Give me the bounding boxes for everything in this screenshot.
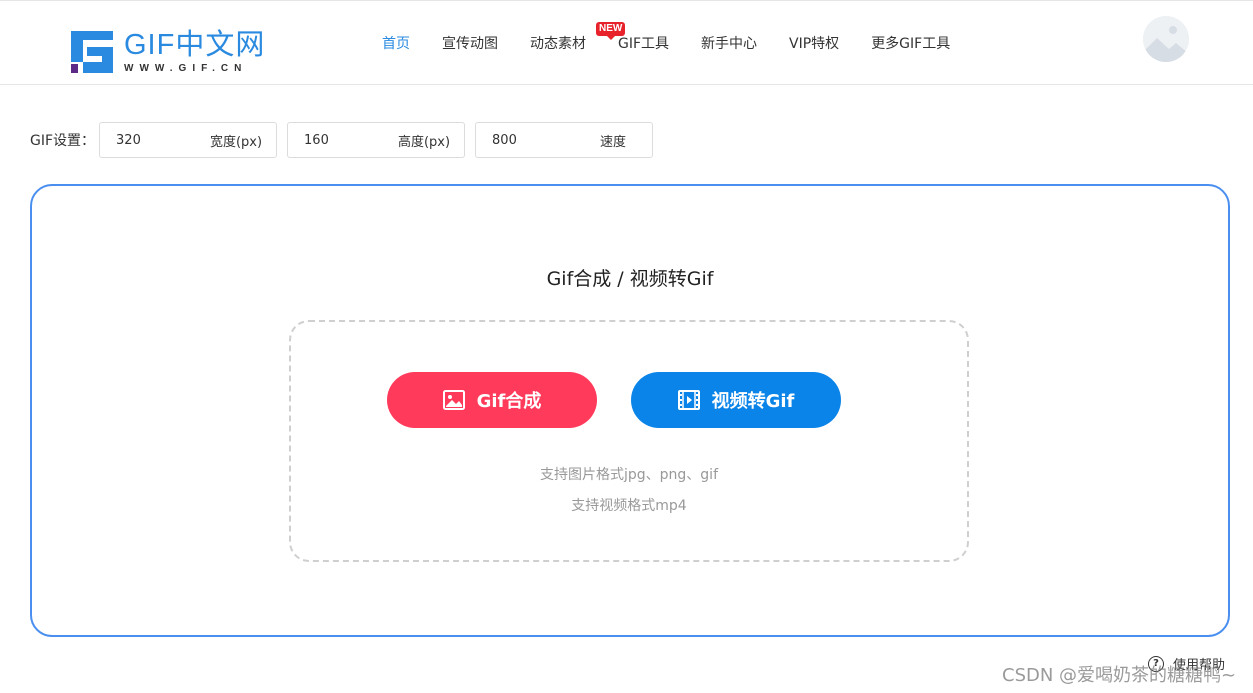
gif-logo-icon (69, 27, 117, 75)
panel-title: Gif合成 / 视频转Gif (546, 268, 714, 290)
logo-name: GIF中文网 (124, 29, 266, 61)
main-nav: 首页 宣传动图 动态素材 GIF工具 新手中心 VIP特权 更多GIF工具 (382, 35, 950, 53)
nav-item-home[interactable]: 首页 (382, 35, 410, 53)
width-input[interactable] (114, 131, 199, 149)
video-to-gif-button[interactable]: 视频转Gif (631, 372, 841, 428)
nav-item-promo-gifs[interactable]: 宣传动图 (442, 35, 498, 53)
width-unit-label: 宽度(px) (209, 134, 263, 150)
image-icon (442, 390, 465, 410)
nav-item-more-tools[interactable]: 更多GIF工具 (871, 35, 950, 53)
gif-settings: GIF设置： 宽度(px) 高度(px) 速度 (30, 121, 663, 159)
gif-compose-label: Gif合成 (476, 391, 542, 412)
video-to-gif-label: 视频转Gif (711, 391, 795, 412)
height-unit-label: 高度(px) (397, 134, 451, 150)
user-avatar[interactable] (1143, 16, 1189, 62)
top-header: GIF中文网 WWW.GIF.CN 首页 宣传动图 动态素材 GIF工具 新手中… (0, 0, 1253, 85)
logo-url: WWW.GIF.CN (124, 63, 248, 74)
width-setting: 宽度(px) (99, 122, 278, 158)
drop-zone[interactable]: Gif合成 视频转Gif 支持图片格式jpg、png、gif 支持视频格式mp4 (289, 320, 969, 562)
height-setting: 高度(px) (287, 122, 466, 158)
speed-setting: 速度 (475, 122, 654, 158)
nav-item-vip[interactable]: VIP特权 (789, 35, 839, 53)
avatar-placeholder-icon (1143, 16, 1189, 62)
speed-unit-label: 速度 (600, 134, 627, 150)
upload-panel: Gif合成 / 视频转Gif Gif合成 视频转Gif 支持图片格式jpg、pn… (30, 184, 1230, 637)
gif-compose-button[interactable]: Gif合成 (387, 372, 597, 428)
nav-item-dynamic-materials[interactable]: 动态素材 (530, 35, 586, 53)
height-input[interactable] (302, 131, 387, 149)
settings-label: GIF设置： (30, 133, 96, 149)
nav-item-beginner-center[interactable]: 新手中心 (701, 35, 757, 53)
watermark: CSDN @爱喝奶茶的糖糖鸭~ (1002, 665, 1237, 686)
video-format-hint: 支持视频格式mp4 (571, 498, 687, 514)
image-format-hint: 支持图片格式jpg、png、gif (539, 467, 718, 483)
speed-input[interactable] (490, 131, 575, 149)
film-icon (677, 390, 700, 410)
site-logo[interactable]: GIF中文网 WWW.GIF.CN (69, 27, 265, 75)
nav-item-gif-tools[interactable]: GIF工具 (618, 35, 669, 53)
new-badge: NEW (596, 22, 626, 40)
